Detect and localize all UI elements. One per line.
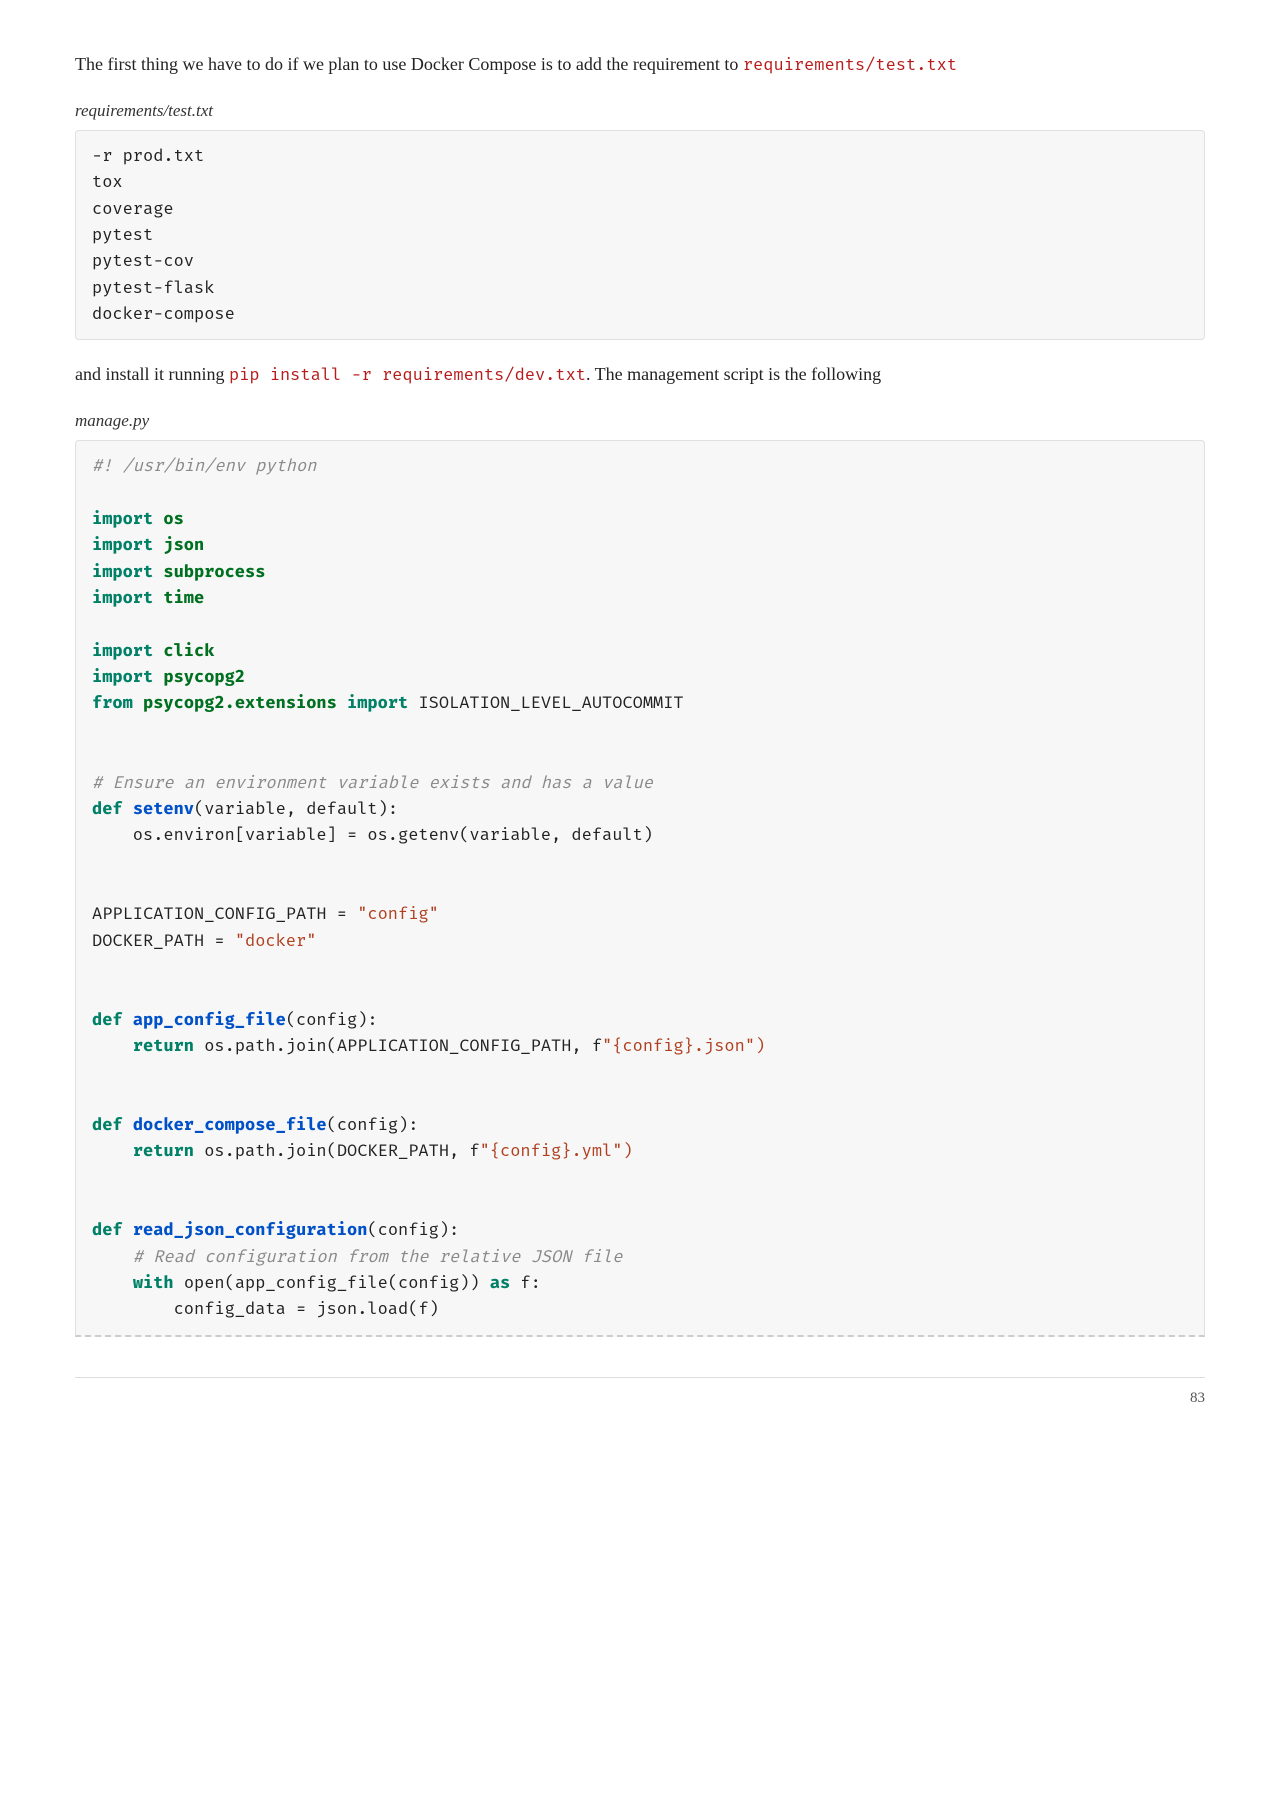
mod-psycopg2: psycopg2: [163, 666, 245, 687]
inline-code-requirements: requirements/test.txt: [743, 54, 957, 75]
kw-def: def: [92, 798, 123, 819]
dcompose-ext: .yml: [571, 1140, 612, 1161]
caption-manage: manage.py: [75, 407, 1205, 434]
inline-code-pip: pip install -r requirements/dev.txt: [229, 364, 586, 385]
code-block-manage: #! /usr/bin/env python import os import …: [75, 440, 1205, 1336]
docker-path-line: DOCKER_PATH =: [92, 930, 235, 951]
kw-def: def: [92, 1114, 123, 1135]
kw-def: def: [92, 1009, 123, 1030]
paragraph-intro: The first thing we have to do if we plan…: [75, 50, 1205, 79]
kw-import: import: [92, 534, 153, 555]
load-line: config_data = json.load(f): [92, 1298, 439, 1319]
close-q-paren: "): [745, 1035, 765, 1056]
mod-subprocess: subprocess: [163, 561, 265, 582]
f-colon: f:: [510, 1272, 541, 1293]
app-cfg-line: APPLICATION_CONFIG_PATH =: [92, 903, 357, 924]
kw-return: return: [133, 1140, 194, 1161]
kw-as: as: [490, 1272, 510, 1293]
comment-readcfg: # Read configuration from the relative J…: [92, 1246, 622, 1267]
kw-import: import: [92, 587, 153, 608]
mod-json: json: [163, 534, 204, 555]
dcompose-fstr: "{config}: [480, 1140, 572, 1161]
mod-time: time: [163, 587, 204, 608]
close-q-paren: "): [612, 1140, 632, 1161]
appcfg-ext: .json: [694, 1035, 745, 1056]
fn-setenv: setenv: [133, 798, 194, 819]
dcompose-ret-prefix: os.path.join(DOCKER_PATH, f: [194, 1140, 480, 1161]
para2-prefix: and install it running: [75, 364, 229, 384]
str-config: "config": [357, 903, 439, 924]
page-number: 83: [1190, 1390, 1205, 1406]
appcfg-fstr: "{config}: [602, 1035, 694, 1056]
kw-with: with: [133, 1272, 174, 1293]
comment-ensure: # Ensure an environment variable exists …: [92, 772, 653, 793]
kw-import: import: [92, 640, 153, 661]
page-footer: 83: [75, 1377, 1205, 1410]
code-block-requirements: -r prod.txt tox coverage pytest pytest-c…: [75, 130, 1205, 340]
setenv-args: (variable, default):: [194, 798, 398, 819]
readjson-args: (config):: [367, 1219, 459, 1240]
mod-psy-ext: psycopg2.extensions: [143, 692, 337, 713]
kw-import: import: [347, 692, 408, 713]
kw-import: import: [92, 561, 153, 582]
appcfg-args: (config):: [286, 1009, 378, 1030]
kw-import: import: [92, 508, 153, 529]
mod-os: os: [163, 508, 183, 529]
fn-readjson: read_json_configuration: [133, 1219, 368, 1240]
fn-dcompose: docker_compose_file: [133, 1114, 327, 1135]
caption-requirements: requirements/test.txt: [75, 97, 1205, 124]
appcfg-ret-prefix: os.path.join(APPLICATION_CONFIG_PATH, f: [194, 1035, 602, 1056]
shebang: #! /usr/bin/env python: [92, 455, 316, 476]
mod-click: click: [163, 640, 214, 661]
kw-from: from: [92, 692, 133, 713]
dcompose-args: (config):: [327, 1114, 419, 1135]
str-docker: "docker": [235, 930, 317, 951]
setenv-body: os.environ[variable] = os.getenv(variabl…: [92, 824, 653, 845]
kw-return: return: [133, 1035, 194, 1056]
open-call: open(app_config_file(config)): [174, 1272, 490, 1293]
paragraph-install: and install it running pip install -r re…: [75, 360, 1205, 389]
kw-import: import: [92, 666, 153, 687]
iso-const: ISOLATION_LEVEL_AUTOCOMMIT: [418, 692, 683, 713]
para2-suffix: . The management script is the following: [586, 364, 881, 384]
kw-def: def: [92, 1219, 123, 1240]
fn-appcfg: app_config_file: [133, 1009, 286, 1030]
para1-text: The first thing we have to do if we plan…: [75, 54, 743, 74]
